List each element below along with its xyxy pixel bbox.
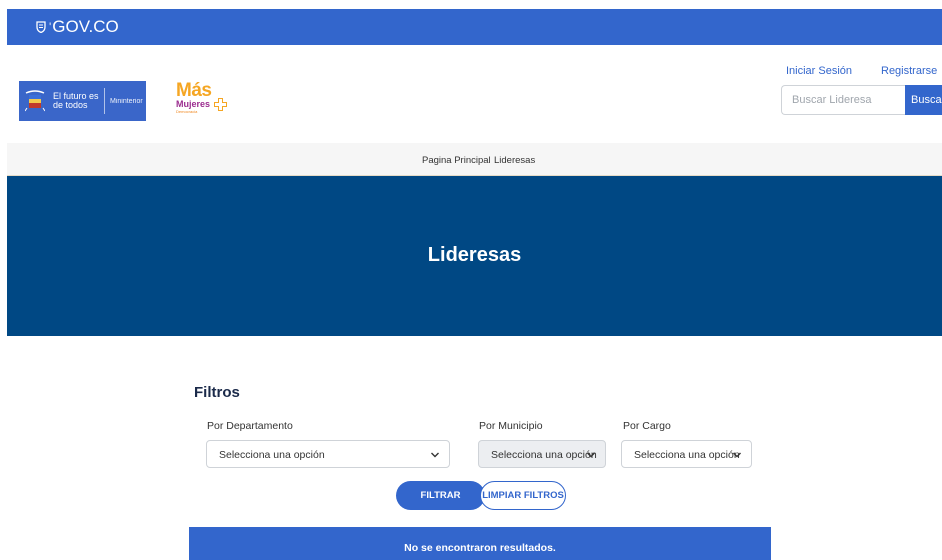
ministry-text: Mininterior xyxy=(110,97,143,105)
chevron-down-icon xyxy=(431,452,439,458)
gov-co-logo[interactable]: ' GOV.CO xyxy=(36,17,119,37)
site-header: El futuro es de todos Mininterior Más Mu… xyxy=(7,45,942,143)
no-results-banner: No se encontraron resultados. xyxy=(189,527,771,560)
logo-divider xyxy=(104,88,105,114)
chevron-down-icon xyxy=(587,452,595,458)
filters-title: Filtros xyxy=(194,384,240,401)
page-title: Lideresas xyxy=(427,244,522,266)
colombia-shield-icon xyxy=(36,21,46,33)
cargo-select[interactable]: Selecciona una opción xyxy=(621,440,752,468)
departamento-select-value: Selecciona una opción xyxy=(219,449,325,461)
login-link[interactable]: Iniciar Sesión xyxy=(786,65,852,77)
search-button[interactable]: Buscar xyxy=(905,85,942,115)
municipio-select[interactable]: Selecciona una opción xyxy=(478,440,606,468)
clear-filters-button[interactable]: LIMPIAR FILTROS xyxy=(480,481,566,510)
municipio-label: Por Municipio xyxy=(479,420,543,432)
search-input[interactable]: Buscar Lideresa xyxy=(781,85,905,115)
slogan-text: El futuro es de todos xyxy=(53,91,99,110)
mininterior-logo[interactable]: El futuro es de todos Mininterior xyxy=(19,81,146,121)
register-link[interactable]: Registrarse xyxy=(881,65,937,77)
departamento-label: Por Departamento xyxy=(207,420,293,432)
main-nav: Pagina Principal Lideresas xyxy=(7,143,942,176)
coat-of-arms-icon xyxy=(25,90,45,112)
nav-item-home[interactable]: Pagina Principal xyxy=(422,155,491,166)
filter-button[interactable]: FILTRAR xyxy=(396,481,485,510)
departamento-select[interactable]: Selecciona una opción xyxy=(206,440,450,468)
municipio-select-value: Selecciona una opción xyxy=(491,449,597,461)
mas-mujeres-logo[interactable]: Más Mujeres Democracia xyxy=(176,81,227,121)
gov-bar: ' GOV.CO xyxy=(7,9,942,45)
plus-icon xyxy=(214,98,227,111)
nav-item-lideresas[interactable]: Lideresas xyxy=(494,155,535,166)
cargo-select-value: Selecciona una opción xyxy=(634,449,740,461)
gov-logo-text: GOV.CO xyxy=(52,17,119,36)
chevron-down-icon xyxy=(733,452,741,458)
cargo-label: Por Cargo xyxy=(623,420,671,432)
hero-banner: Lideresas xyxy=(7,176,942,336)
gov-logo-separator: ' xyxy=(49,20,52,34)
